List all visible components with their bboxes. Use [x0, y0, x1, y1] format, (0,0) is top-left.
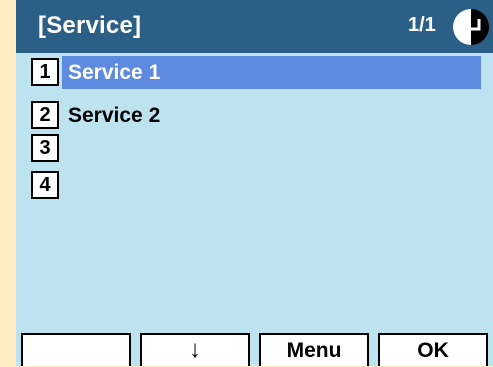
page-title: [Service] — [38, 12, 142, 39]
softkey-menu[interactable]: Menu — [259, 333, 369, 366]
list-item-service-2[interactable]: Service 2 — [62, 99, 481, 132]
softkey-1[interactable] — [21, 333, 131, 366]
softkey-ok[interactable]: OK — [378, 333, 488, 366]
list-item-empty-4[interactable] — [62, 169, 481, 202]
list-item-service-1[interactable]: Service 1 — [62, 56, 481, 89]
line-number-2: 2 — [31, 101, 59, 129]
phone-screen: [Service] 1/1 1 Service 1 2 Service 2 3 … — [16, 0, 493, 366]
navigation-arrow-icon — [453, 9, 489, 45]
list-item-empty-3[interactable] — [62, 132, 481, 165]
line-number-4: 4 — [31, 171, 59, 199]
line-number-3: 3 — [31, 134, 59, 162]
softkey-down-arrow[interactable]: ↓ — [140, 333, 250, 366]
line-number-1: 1 — [31, 58, 59, 86]
title-bar: [Service] 1/1 — [16, 0, 493, 53]
page-indicator: 1/1 — [408, 14, 436, 36]
